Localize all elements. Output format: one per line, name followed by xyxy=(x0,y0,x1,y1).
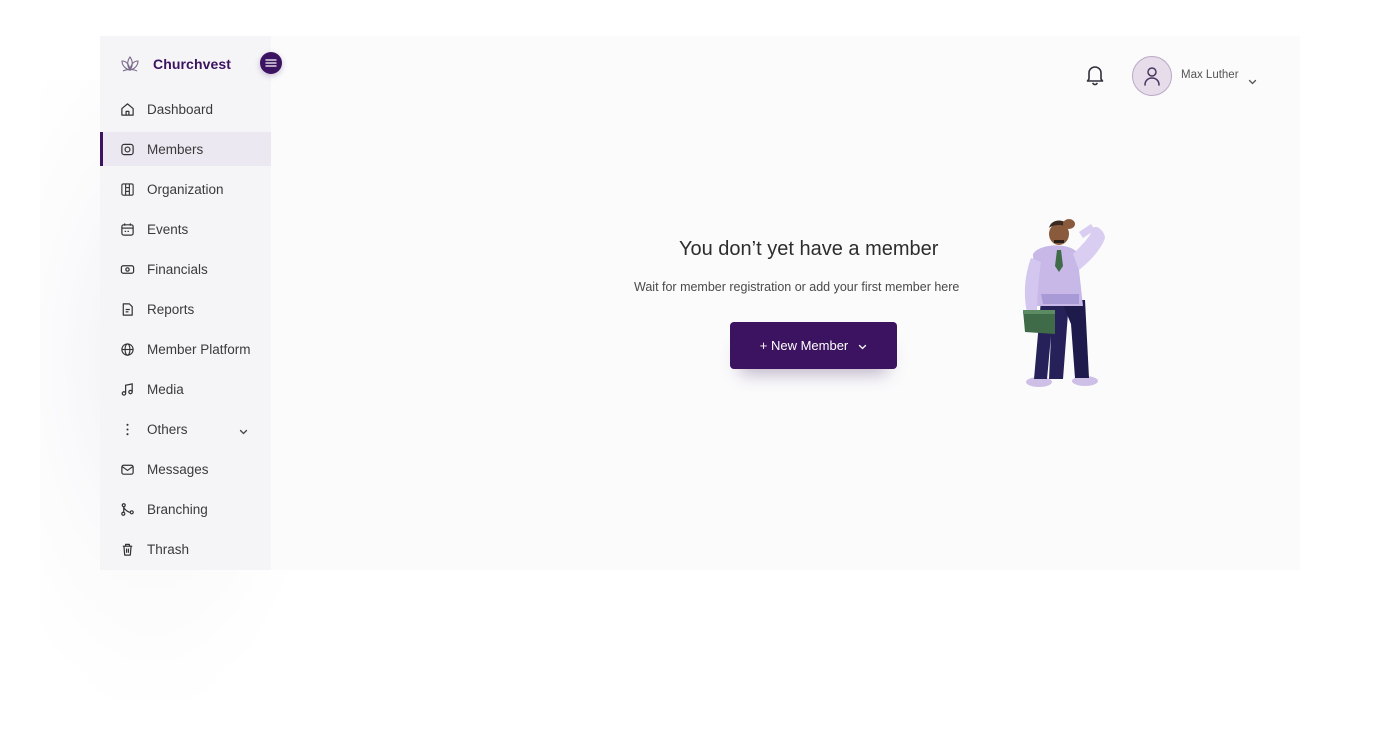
globe-icon xyxy=(119,341,135,357)
sidebar-item-dashboard[interactable]: Dashboard xyxy=(100,92,271,126)
sidebar-item-label: Thrash xyxy=(147,541,190,557)
new-member-button[interactable]: + New Member xyxy=(730,322,897,369)
sidebar-item-label: Others xyxy=(147,421,188,437)
calendar-icon xyxy=(119,221,135,237)
sidebar-item-reports[interactable]: Reports xyxy=(100,292,271,326)
music-icon xyxy=(119,381,135,397)
sidebar-nav: Dashboard Members Organization Events Fi… xyxy=(100,92,271,566)
sidebar-item-label: Organization xyxy=(147,181,224,197)
sidebar-item-label: Members xyxy=(147,141,204,157)
sidebar-item-thrash[interactable]: Thrash xyxy=(100,532,271,566)
brand: Churchvest xyxy=(100,36,282,92)
sidebar-item-label: Member Platform xyxy=(147,341,251,357)
sidebar-item-media[interactable]: Media xyxy=(100,372,271,406)
chevron-down-icon xyxy=(239,423,248,438)
sidebar-item-members[interactable]: Members xyxy=(100,132,271,166)
lotus-logo-icon xyxy=(119,53,141,75)
sidebar-item-label: Media xyxy=(147,381,184,397)
confused-man-illustration xyxy=(1021,214,1111,390)
sidebar-item-events[interactable]: Events xyxy=(100,212,271,246)
empty-state-title: You don’t yet have a member xyxy=(679,238,939,260)
building-icon xyxy=(119,181,135,197)
empty-state-subtitle: Wait for member registration or add your… xyxy=(634,280,960,294)
sidebar-item-label: Branching xyxy=(147,501,208,517)
trash-icon xyxy=(119,541,135,557)
home-icon xyxy=(119,101,135,117)
money-icon xyxy=(119,261,135,277)
sidebar-item-organization[interactable]: Organization xyxy=(100,172,271,206)
empty-state: You don’t yet have a member Wait for mem… xyxy=(271,36,1300,570)
new-member-label: + New Member xyxy=(759,338,849,353)
main-content: Max Luther You don’t yet have a member W… xyxy=(271,36,1300,570)
sidebar-item-others[interactable]: Others xyxy=(100,412,271,446)
branch-icon xyxy=(119,501,135,517)
document-icon xyxy=(119,301,135,317)
sidebar-item-financials[interactable]: Financials xyxy=(100,252,271,286)
chevron-down-icon xyxy=(858,338,867,353)
app-window: Churchvest Dashboard Members Organizatio… xyxy=(100,36,1300,570)
sidebar-item-member-platform[interactable]: Member Platform xyxy=(100,332,271,366)
sidebar-item-label: Messages xyxy=(147,461,209,477)
sidebar-item-label: Financials xyxy=(147,261,208,277)
brand-name: Churchvest xyxy=(153,56,232,72)
sidebar-item-label: Dashboard xyxy=(147,101,214,117)
sidebar-item-label: Events xyxy=(147,221,189,237)
mail-icon xyxy=(119,461,135,477)
sidebar-item-branching[interactable]: Branching xyxy=(100,492,271,526)
sidebar: Churchvest Dashboard Members Organizatio… xyxy=(100,36,282,570)
sidebar-item-messages[interactable]: Messages xyxy=(100,452,271,486)
more-vertical-icon xyxy=(119,421,135,437)
camera-icon xyxy=(119,141,135,157)
sidebar-item-label: Reports xyxy=(147,301,195,317)
